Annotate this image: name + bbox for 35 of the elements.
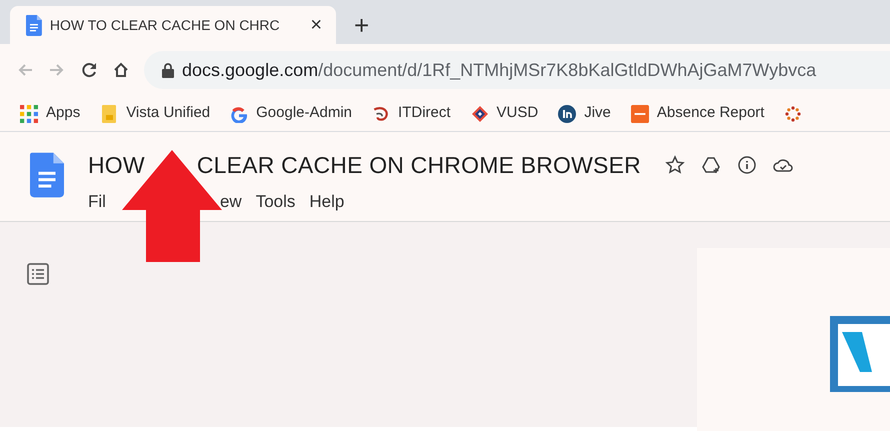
bookmark[interactable] xyxy=(784,104,802,122)
new-tab-button[interactable]: + xyxy=(350,12,374,38)
google-g-icon xyxy=(230,104,248,122)
folder-icon xyxy=(100,104,118,122)
star-button[interactable] xyxy=(664,155,685,176)
swirl-icon xyxy=(372,104,390,122)
diamond-icon xyxy=(470,104,489,122)
bookmark[interactable]: Google-Admin xyxy=(230,102,352,125)
bookmark[interactable]: Absence Report xyxy=(630,102,764,125)
bookmark[interactable]: Apps xyxy=(20,102,80,125)
menu-item[interactable]: Tools xyxy=(256,188,296,214)
document-title[interactable]: HOW xyxy=(88,148,145,182)
grid-icon xyxy=(20,104,38,122)
menu-item[interactable]: Help xyxy=(309,188,344,214)
info-button[interactable] xyxy=(736,155,757,176)
outline-button[interactable] xyxy=(26,262,50,286)
menu-item[interactable]: ew xyxy=(220,188,242,214)
sfe-icon xyxy=(630,104,649,122)
dotted-ring-icon xyxy=(784,104,802,122)
browser-tab[interactable]: HOW TO CLEAR CACHE ON CHRC × xyxy=(10,6,336,44)
address-bar[interactable]: docs.google.com/document/d/1Rf_NTMhjMSr7K8bKalGtldDWhAjGaM7Wybvca xyxy=(144,51,890,89)
menu-item[interactable]: Fil xyxy=(88,188,106,214)
circle-icon xyxy=(558,104,576,122)
bookmark[interactable]: Jive xyxy=(558,102,611,125)
reload-button[interactable] xyxy=(80,61,98,79)
document-icon xyxy=(26,14,42,36)
home-button[interactable] xyxy=(112,61,130,79)
lock-icon xyxy=(162,62,174,78)
bookmark[interactable]: ITDirect xyxy=(372,102,451,125)
drive-add-button[interactable] xyxy=(700,155,721,176)
docs-logo-icon xyxy=(30,152,64,198)
document-title[interactable]: CLEAR CACHE ON CHROME BROWSER xyxy=(196,148,641,182)
url-text: docs.google.com/document/d/1Rf_NTMhjMSr7K8bKalGtldDWhAjGaM7Wybvca xyxy=(182,58,816,82)
bookmark[interactable]: Vista Unified xyxy=(100,102,210,125)
bookmark[interactable]: VUSD xyxy=(470,102,538,125)
